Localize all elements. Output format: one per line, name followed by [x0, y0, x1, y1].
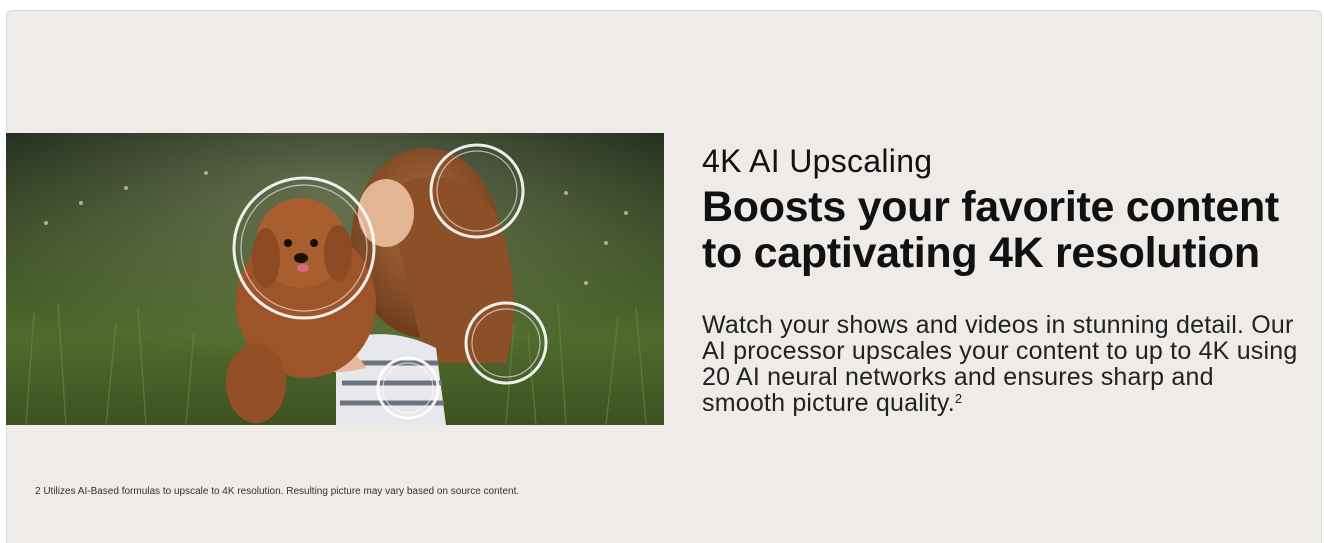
feature-copy: 4K AI Upscaling Boosts your favorite con… — [702, 142, 1302, 416]
headline-line-2: to captivating 4K resolution — [702, 229, 1260, 277]
headline-line-1: Boosts your favorite content — [702, 183, 1279, 231]
feature-eyebrow: 4K AI Upscaling — [702, 143, 933, 179]
feature-headline: Boosts your favorite content to captivat… — [702, 184, 1302, 276]
feature-description-text: Watch your shows and videos in stunning … — [702, 311, 1298, 417]
feature-photo — [6, 133, 664, 425]
footnote-reference[interactable]: 2 — [955, 391, 962, 406]
footnote-text: 2 Utilizes AI-Based formulas to upscale … — [35, 486, 520, 497]
feature-description: Watch your shows and videos in stunning … — [702, 312, 1302, 416]
